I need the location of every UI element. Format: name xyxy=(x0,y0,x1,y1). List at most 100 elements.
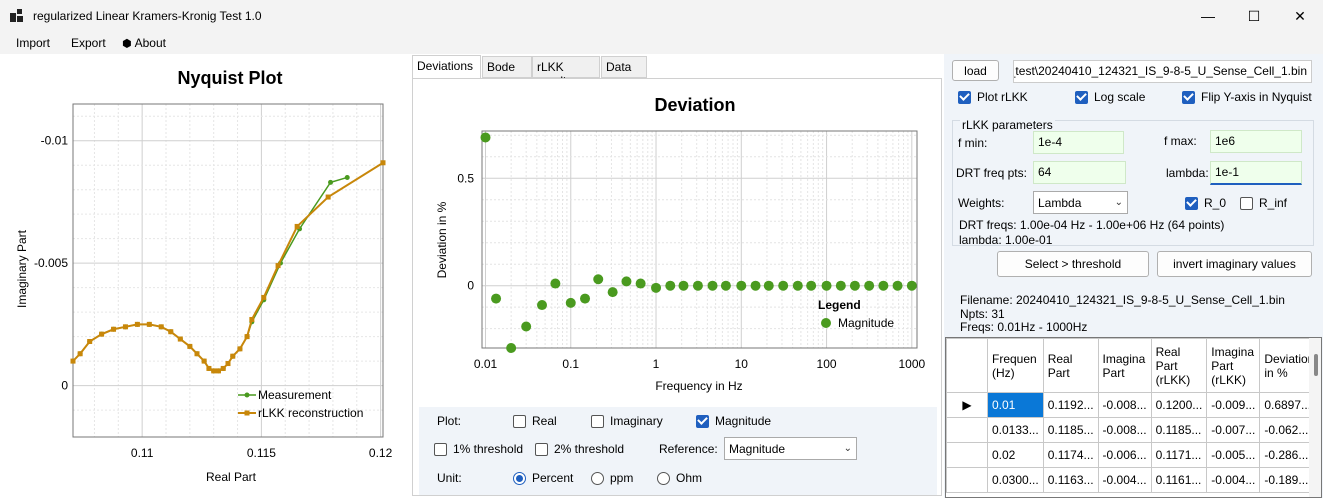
rlkk-point xyxy=(380,160,386,166)
deviation-point xyxy=(491,293,502,304)
column-header[interactable]: Imagina Part xyxy=(1097,338,1152,393)
column-header[interactable]: Imagina Part (rLKK) xyxy=(1206,338,1261,393)
minimize-icon: — xyxy=(1201,8,1215,24)
unit-ppm-radio[interactable]: ppm xyxy=(591,471,633,485)
threshold2-checkbox[interactable]: 2% threshold xyxy=(535,442,624,456)
row-selector-icon[interactable]: ▶ xyxy=(946,392,988,418)
minimize-button[interactable]: — xyxy=(1185,0,1231,32)
maximize-button[interactable]: ☐ xyxy=(1231,0,1277,32)
imaginary-checkbox[interactable]: Imaginary xyxy=(591,414,663,428)
deviation-point xyxy=(678,280,689,291)
tab-data[interactable]: Data xyxy=(601,56,647,78)
grid-cell[interactable]: -0.005... xyxy=(1206,442,1261,468)
drt-pts-input[interactable]: 64 xyxy=(1033,161,1126,184)
row-header[interactable] xyxy=(946,417,988,443)
magnitude-checkbox[interactable]: Magnitude xyxy=(696,414,771,428)
grid-scroll-thumb[interactable] xyxy=(1314,354,1318,376)
table-row[interactable]: 0.0300... 0.1163... -0.004... 0.1161... … xyxy=(946,467,1320,493)
menu-import[interactable]: Import xyxy=(16,36,50,50)
grid-cell[interactable]: 0.0300... xyxy=(987,467,1044,493)
grid-cell[interactable]: 0.1161... xyxy=(1150,467,1208,493)
table-row[interactable]: 0.02 0.1174... -0.006... 0.1171... -0.00… xyxy=(946,442,1320,468)
rinf-checkbox[interactable]: R_inf xyxy=(1240,196,1287,210)
legend-rlkk-label: rLKK reconstruction xyxy=(258,406,363,420)
grid-scrollbar[interactable] xyxy=(1309,338,1321,497)
grid-cell[interactable]: 0.1185... xyxy=(1150,417,1208,443)
row-header[interactable] xyxy=(946,442,988,468)
title-bar: regularized Linear Kramers-Kronig Test 1… xyxy=(0,0,1323,32)
deviation-plot[interactable]: Deviation 0.01 0.1 1 10 100 1000 0.5 0 Frequenc… xyxy=(419,85,937,405)
rlkk-point xyxy=(261,294,267,300)
rinf-label: R_inf xyxy=(1259,196,1288,210)
grid-cell[interactable]: -0.007... xyxy=(1206,417,1261,443)
deviation-point xyxy=(736,280,747,291)
row-header[interactable] xyxy=(946,467,988,493)
tab-bode[interactable]: Bode xyxy=(482,56,532,78)
rlkk-point xyxy=(187,343,193,349)
r0-label: R_0 xyxy=(1204,196,1227,210)
freqs-info: Freqs: 0.01Hz - 1000Hz xyxy=(960,320,1088,334)
deviation-point xyxy=(635,278,646,289)
fmin-label: f min: xyxy=(958,136,988,150)
load-button[interactable]: load xyxy=(952,60,999,81)
deviation-point xyxy=(550,278,561,289)
fmin-input[interactable]: 1e-4 xyxy=(1033,131,1124,154)
plot-rlkk-checkbox[interactable]: Plot rLKK xyxy=(958,90,1028,104)
fmax-input[interactable]: 1e6 xyxy=(1210,130,1302,153)
npts-info: Npts: 31 xyxy=(960,307,1005,321)
nyquist-title: Nyquist Plot xyxy=(177,68,282,88)
column-header[interactable]: Real Part xyxy=(1042,338,1099,393)
deviation-point xyxy=(565,297,576,308)
deviation-point xyxy=(593,274,604,285)
weights-select[interactable]: Lambda ⌄ xyxy=(1033,191,1128,214)
invert-imaginary-button[interactable]: invert imaginary values xyxy=(1157,251,1312,277)
real-checkbox[interactable]: Real xyxy=(513,414,557,428)
file-path-field[interactable]: s\DC_test\20240410_124321_IS_9-8-5_U_Sen… xyxy=(1013,60,1312,83)
deviation-point xyxy=(621,276,632,287)
deviation-point xyxy=(892,280,903,291)
column-header[interactable]: Real Part (rLKK) xyxy=(1150,338,1208,393)
grid-cell[interactable]: 0.1174... xyxy=(1042,442,1099,468)
deviation-point xyxy=(763,280,774,291)
threshold1-checkbox[interactable]: 1% threshold xyxy=(434,442,523,456)
grid-cell[interactable]: 0.02 xyxy=(987,442,1044,468)
tab-deviations[interactable]: Deviations xyxy=(412,55,481,79)
rlkk-point xyxy=(122,324,128,330)
reference-select[interactable]: Magnitude ⌄ xyxy=(724,437,857,460)
magnitude-box xyxy=(696,414,709,428)
lambda-input[interactable]: 1e-1 xyxy=(1210,161,1302,185)
grid-cell[interactable]: -0.004... xyxy=(1206,467,1261,493)
table-row[interactable]: 0.0133... 0.1185... -0.008... 0.1185... … xyxy=(946,417,1320,443)
close-button[interactable]: ✕ xyxy=(1277,0,1323,32)
data-grid[interactable]: Frequen (Hz) Real Part Imagina Part Real… xyxy=(945,337,1322,498)
deviation-point xyxy=(692,280,703,291)
menu-about-wrapper[interactable]: ⬢ About xyxy=(122,36,166,50)
menu-export[interactable]: Export xyxy=(71,36,106,50)
select-threshold-button[interactable]: Select > threshold xyxy=(997,251,1149,277)
unit-percent-radio[interactable]: Percent xyxy=(513,471,573,485)
grid-cell[interactable]: 0.1192... xyxy=(1042,392,1099,418)
unit-ohm-radio[interactable]: Ohm xyxy=(657,471,702,485)
grid-cell[interactable]: -0.008... xyxy=(1097,392,1152,418)
grid-cell[interactable]: -0.006... xyxy=(1097,442,1152,468)
tab-rlkk-results[interactable]: rLKK results xyxy=(532,56,600,88)
nyquist-plot[interactable]: Nyquist Plot 0.11 0.115 0.12 -0.01 -0.005 0 R… xyxy=(0,54,408,498)
grid-cell[interactable]: 0.1185... xyxy=(1042,417,1099,443)
grid-cell[interactable]: 0.01 xyxy=(987,392,1044,418)
table-row[interactable]: ▶ 0.01 0.1192... -0.008... 0.1200... -0.… xyxy=(946,392,1320,418)
column-header[interactable]: Frequen (Hz) xyxy=(987,338,1044,393)
grid-cell[interactable]: 0.1171... xyxy=(1150,442,1208,468)
grid-cell[interactable]: 0.1200... xyxy=(1150,392,1208,418)
grid-cell[interactable]: -0.004... xyxy=(1097,467,1152,493)
grid-cell[interactable]: 0.1163... xyxy=(1042,467,1099,493)
log-scale-checkbox[interactable]: Log scale xyxy=(1075,90,1145,104)
grid-cell[interactable]: 0.0133... xyxy=(987,417,1044,443)
r0-checkbox[interactable]: R_0 xyxy=(1185,196,1226,210)
grid-cell[interactable]: -0.008... xyxy=(1097,417,1152,443)
deviation-ytick-label: 0 xyxy=(467,279,474,293)
ohm-radio-dot xyxy=(657,471,670,485)
deviation-point xyxy=(878,280,889,291)
grid-cell[interactable]: -0.009... xyxy=(1206,392,1261,418)
deviation-point xyxy=(720,280,731,291)
flip-y-checkbox[interactable]: Flip Y-axis in Nyquist xyxy=(1182,90,1312,104)
